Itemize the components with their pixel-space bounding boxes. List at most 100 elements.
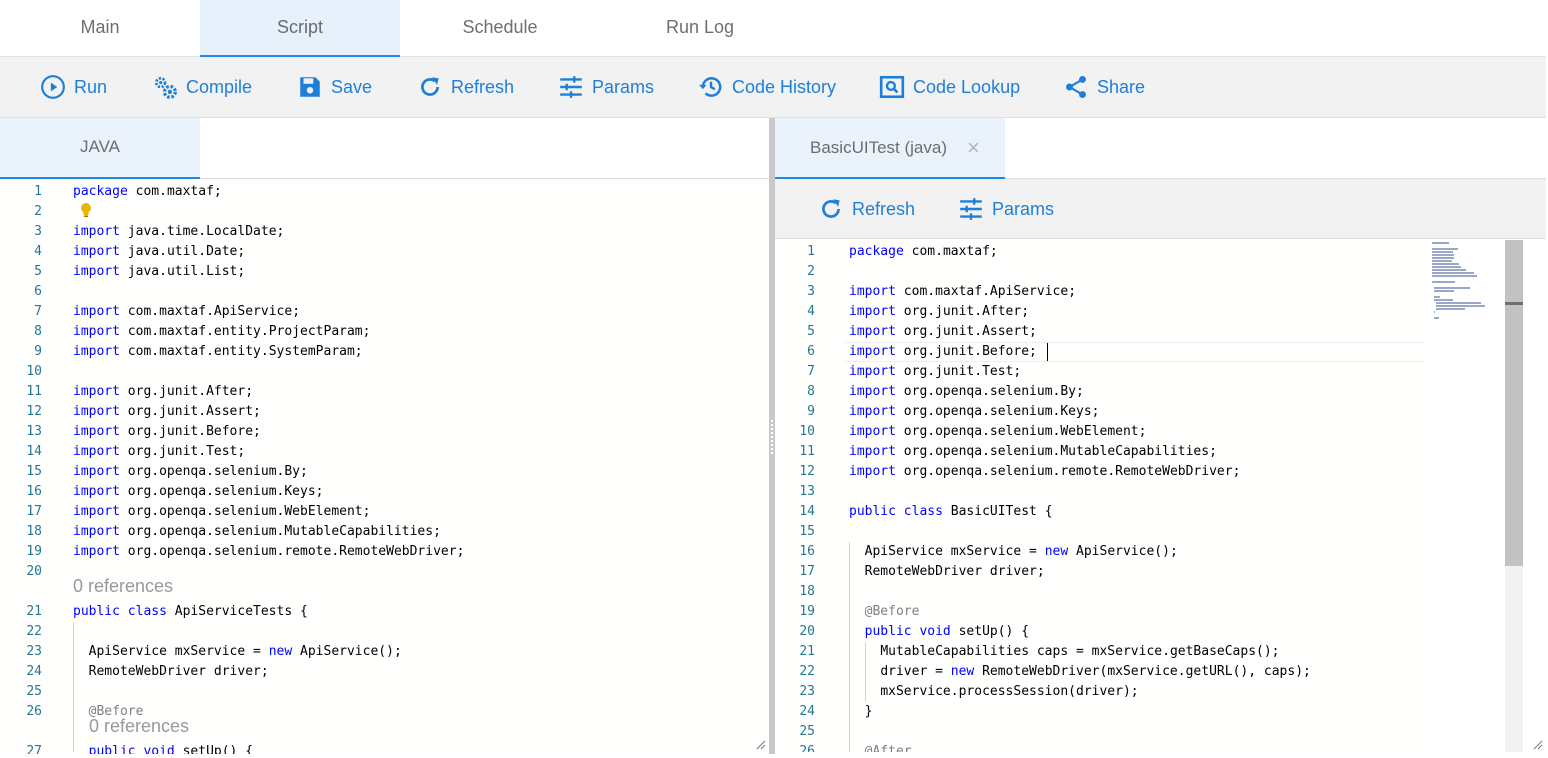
code-text: import org.openqa.selenium.MutableCapabi… xyxy=(73,524,441,539)
code-text: import java.util.List; xyxy=(73,264,246,279)
right-code-editor[interactable]: 1 package com.maxtaf; 2 3 import com.maxtaf.… xyxy=(775,240,1430,752)
code-line: 17 import org.openqa.selenium.WebElement; xyxy=(0,502,760,522)
line-number: 27 xyxy=(26,744,42,754)
line-number: 7 xyxy=(807,364,815,379)
tab-schedule[interactable]: Schedule xyxy=(400,0,600,57)
tab-script[interactable]: Script xyxy=(200,0,400,57)
code-line: 16 import org.openqa.selenium.Keys; xyxy=(0,482,760,502)
line-number: 5 xyxy=(34,264,42,279)
editor-scrollbar-thumb[interactable] xyxy=(1505,240,1523,566)
tab-run-log[interactable]: Run Log xyxy=(600,0,800,57)
code-text: import com.maxtaf.ApiService; xyxy=(849,284,1077,299)
code-minimap[interactable] xyxy=(1430,240,1505,330)
right-refresh-button[interactable]: Refresh xyxy=(818,179,915,239)
line-number: 20 xyxy=(26,564,42,579)
lightbulb-icon[interactable] xyxy=(80,202,92,218)
line-number: 23 xyxy=(799,684,815,699)
language-tab[interactable]: JAVA xyxy=(0,118,200,179)
code-line: 15 import org.openqa.selenium.By; xyxy=(0,462,760,482)
minimap-line xyxy=(1432,275,1477,277)
line-number: 25 xyxy=(26,684,42,699)
code-text: import java.time.LocalDate; xyxy=(73,224,285,239)
code-text: import org.openqa.selenium.WebElement; xyxy=(849,424,1147,439)
code-text: driver = new RemoteWebDriver(mxService.g… xyxy=(880,664,1311,679)
close-icon[interactable]: × xyxy=(967,135,980,161)
line-number: 13 xyxy=(799,484,815,499)
params-button[interactable]: Params xyxy=(558,57,654,117)
share-button[interactable]: Share xyxy=(1063,57,1145,117)
run-label: Run xyxy=(74,76,108,97)
line-number: 20 xyxy=(799,624,815,639)
run-button[interactable]: Run xyxy=(40,57,107,117)
text-cursor xyxy=(1047,343,1048,361)
line-number: 24 xyxy=(26,664,42,679)
line-number: 17 xyxy=(799,564,815,579)
params-label: Params xyxy=(592,76,655,97)
code-text: import org.junit.Assert; xyxy=(73,404,261,419)
code-line: 24 RemoteWebDriver driver; xyxy=(0,662,760,682)
minimap-line xyxy=(1432,281,1456,283)
code-line: 11 import org.openqa.selenium.MutableCapa… xyxy=(775,442,1425,462)
save-button[interactable]: Save xyxy=(297,57,372,117)
code-text: import org.junit.Test; xyxy=(73,444,246,459)
save-label: Save xyxy=(331,76,373,97)
compile-button[interactable]: Compile xyxy=(152,57,252,117)
minimap-line xyxy=(1433,299,1453,301)
scrollbar-cursor-marker xyxy=(1505,302,1523,305)
history-icon xyxy=(699,77,722,97)
line-number: 21 xyxy=(799,644,815,659)
left-code-editor[interactable]: 1 package com.maxtaf; 2 3 import java.time.L… xyxy=(0,180,769,754)
line-number: 16 xyxy=(26,484,42,499)
code-line: 13 xyxy=(775,482,1425,502)
code-line: 22 xyxy=(0,622,760,642)
code-line: 4 import java.util.Date; xyxy=(0,242,760,262)
minimap-line xyxy=(1432,260,1452,262)
line-number: 17 xyxy=(26,504,42,519)
code-lookup-button[interactable]: Code Lookup xyxy=(879,57,1020,117)
line-number: 14 xyxy=(26,444,42,459)
code-line: 5 import java.util.List; xyxy=(0,262,760,282)
code-text: public void setUp() { xyxy=(88,744,254,754)
code-history-button[interactable]: Code History xyxy=(698,57,836,117)
line-number: 19 xyxy=(26,544,42,559)
minimap-line xyxy=(1435,305,1486,307)
code-text: import org.openqa.selenium.WebElement; xyxy=(73,504,371,519)
gears-icon xyxy=(154,76,177,99)
code-line: 26 @After xyxy=(775,742,1425,752)
code-text: import org.junit.After; xyxy=(73,384,254,399)
line-number: 4 xyxy=(34,244,42,259)
line-number: 5 xyxy=(807,324,815,339)
line-number: 6 xyxy=(807,344,815,359)
line-number: 7 xyxy=(34,304,42,319)
splitter-grip[interactable] xyxy=(771,420,773,456)
share-label: Share xyxy=(1097,76,1146,97)
code-lens-references[interactable]: 0 references xyxy=(73,576,173,596)
line-number: 26 xyxy=(26,704,42,719)
code-text: import org.junit.Before; xyxy=(849,344,1037,359)
code-line: 11 import org.junit.After; xyxy=(0,382,760,402)
line-number: 16 xyxy=(799,544,815,559)
minimap-line xyxy=(1432,269,1467,271)
code-text: import org.junit.Before; xyxy=(73,424,261,439)
code-line: 23 ApiService mxService = new ApiService… xyxy=(0,642,760,662)
code-line: 6 xyxy=(0,282,760,302)
code-line: 12 import org.openqa.selenium.remote.Remo… xyxy=(775,462,1425,482)
code-text: ApiService mxService = new ApiService(); xyxy=(864,544,1178,559)
resize-handle-icon[interactable] xyxy=(1533,740,1543,750)
code-line: 18 import org.openqa.selenium.MutableCapa… xyxy=(0,522,760,542)
line-number: 23 xyxy=(26,644,42,659)
code-line: 14 import org.junit.Test; xyxy=(0,442,760,462)
right-pane-toolbar: Refresh Params xyxy=(775,179,1546,239)
right-params-button[interactable]: Params xyxy=(958,179,1054,239)
tab-main[interactable]: Main xyxy=(0,0,200,57)
code-line: 9 import org.openqa.selenium.Keys; xyxy=(775,402,1425,422)
code-line: 7 import com.maxtaf.ApiService; xyxy=(0,302,760,322)
minimap-line xyxy=(1432,254,1454,256)
minimap-line xyxy=(1432,257,1454,259)
code-lens-references[interactable]: 0 references xyxy=(89,716,189,736)
minimap-line xyxy=(1435,302,1482,304)
file-tab-basicuitest[interactable]: BasicUITest (java) × xyxy=(775,118,1005,179)
refresh-button[interactable]: Refresh xyxy=(417,57,514,117)
line-number: 22 xyxy=(26,624,42,639)
line-number: 18 xyxy=(799,584,815,599)
